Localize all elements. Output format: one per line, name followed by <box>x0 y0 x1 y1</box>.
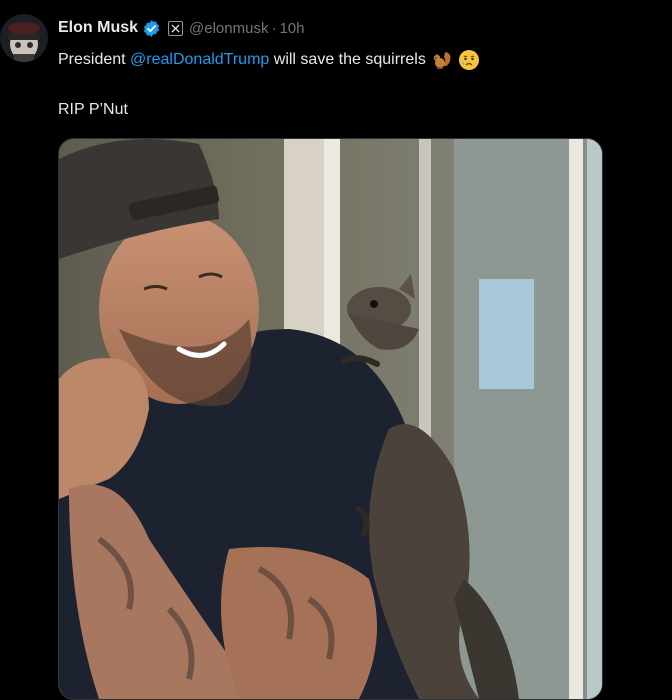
author-handle[interactable]: @elonmusk <box>189 20 268 37</box>
tweet-text-second-line: RIP P’Nut <box>58 101 128 118</box>
tweet-header: Elon Musk @elonmusk · 10h <box>58 17 304 39</box>
tweet[interactable]: Elon Musk @elonmusk · 10h President @rea… <box>0 0 672 700</box>
verified-badge-icon[interactable] <box>142 19 161 38</box>
avatar-image <box>0 14 48 62</box>
crying-face-emoji-icon <box>458 49 480 71</box>
tweet-media-image[interactable] <box>58 138 603 700</box>
tweet-timestamp[interactable]: 10h <box>279 20 304 37</box>
tweet-text: President @realDonaldTrump will save the… <box>58 49 480 71</box>
photo-man-with-squirrel <box>59 139 602 699</box>
author-display-name[interactable]: Elon Musk <box>58 19 138 37</box>
author-avatar[interactable] <box>0 14 48 62</box>
x-logo-icon[interactable] <box>168 20 184 36</box>
mention-link[interactable]: @realDonaldTrump <box>130 51 269 69</box>
separator-dot: · <box>271 19 277 37</box>
tweet-text-end: will save the squirrels <box>269 51 426 68</box>
squirrel-emoji-icon <box>431 49 453 71</box>
tweet-text-start: President <box>58 51 131 68</box>
